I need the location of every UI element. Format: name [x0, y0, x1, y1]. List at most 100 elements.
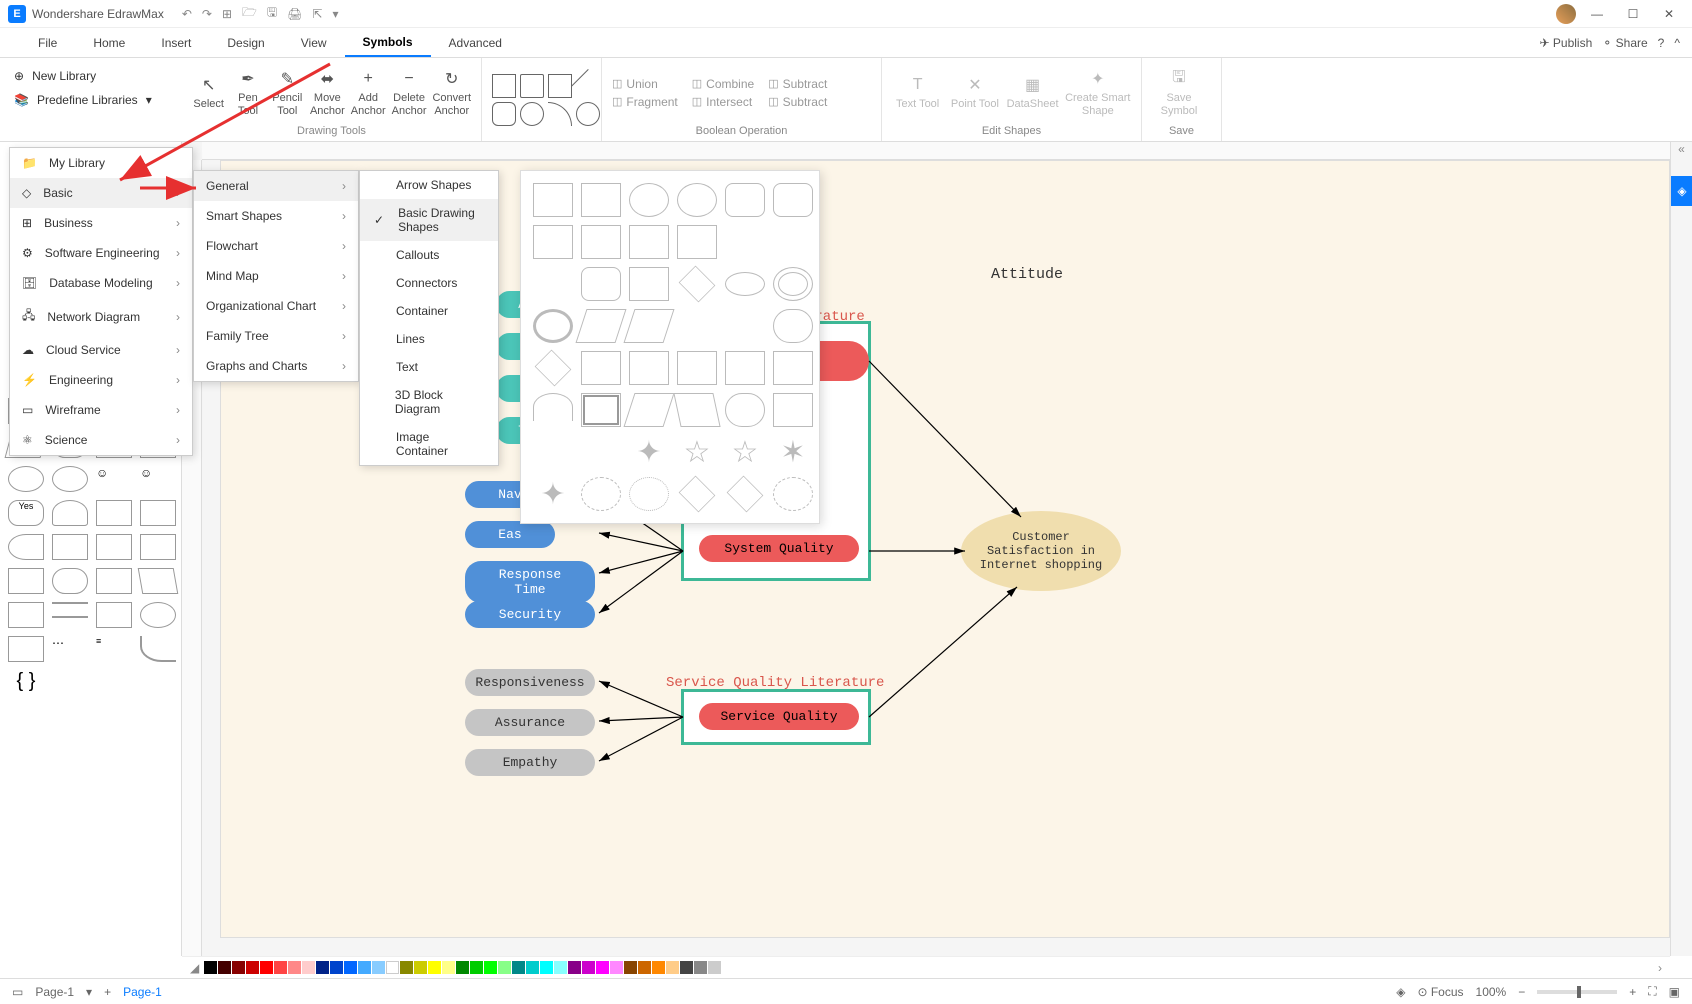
3d-block-item[interactable]: 3D Block Diagram — [360, 381, 498, 423]
cloud-category[interactable]: ☁ Cloud Service› — [10, 335, 192, 365]
page-tab[interactable]: Page-1 — [123, 985, 162, 999]
zoom-out-button[interactable]: − — [1518, 985, 1525, 999]
color-swatch[interactable] — [526, 961, 539, 974]
text-tool[interactable]: TText Tool — [892, 74, 943, 110]
library-shape[interactable] — [8, 636, 44, 662]
arrow-shapes-item[interactable]: Arrow Shapes — [360, 171, 498, 199]
color-swatch[interactable] — [680, 961, 693, 974]
menu-file[interactable]: File — [20, 30, 75, 56]
library-shape[interactable] — [52, 568, 88, 594]
popup-shape[interactable] — [581, 183, 621, 217]
open-icon[interactable]: 🗁 — [242, 3, 257, 24]
user-avatar[interactable] — [1556, 4, 1576, 24]
intersect-button[interactable]: ◫ Intersect — [692, 95, 754, 109]
fit-icon[interactable]: ▣ — [1669, 985, 1680, 999]
color-swatch[interactable] — [358, 961, 371, 974]
popup-shape[interactable] — [725, 393, 765, 427]
popup-shape[interactable] — [629, 267, 669, 301]
zoom-level[interactable]: 100% — [1476, 985, 1507, 999]
popup-shape[interactable] — [773, 267, 813, 301]
graphs-item[interactable]: Graphs and Charts› — [194, 351, 358, 381]
collapse-ribbon-icon[interactable]: ^ — [1674, 36, 1680, 50]
popup-shape[interactable] — [673, 393, 720, 427]
publish-button[interactable]: ✈ Publish — [1540, 36, 1593, 50]
color-swatch[interactable] — [344, 961, 357, 974]
color-swatch[interactable] — [330, 961, 343, 974]
flowchart-item[interactable]: Flowchart› — [194, 231, 358, 261]
fragment-button[interactable]: ◫ Fragment — [612, 95, 678, 109]
color-swatch[interactable] — [316, 961, 329, 974]
popup-shape[interactable]: ☆ — [677, 435, 717, 469]
color-swatch[interactable] — [246, 961, 259, 974]
popup-shape[interactable] — [533, 435, 573, 469]
color-swatch[interactable] — [386, 961, 399, 974]
general-item[interactable]: General› — [194, 171, 358, 201]
page-dropdown-icon[interactable]: ▾ — [86, 985, 92, 999]
library-shape[interactable] — [96, 602, 132, 628]
library-shape[interactable] — [8, 602, 44, 628]
menu-advanced[interactable]: Advanced — [431, 30, 520, 56]
menu-insert[interactable]: Insert — [143, 30, 209, 56]
select-tool[interactable]: ↖Select — [192, 74, 225, 110]
zoom-in-button[interactable]: + — [1629, 985, 1636, 999]
library-shape[interactable] — [140, 534, 176, 560]
connectors-item[interactable]: Connectors — [360, 269, 498, 297]
library-shape[interactable]: Yes — [8, 500, 44, 526]
help-icon[interactable]: ? — [1658, 36, 1665, 50]
popup-shape[interactable] — [725, 309, 765, 343]
smart-shape-button[interactable]: ✦Create Smart Shape — [1065, 68, 1131, 116]
delete-anchor-tool[interactable]: −Delete Anchor — [392, 68, 427, 116]
color-swatch[interactable] — [456, 961, 469, 974]
my-library-item[interactable]: 📁 My Library — [10, 148, 192, 178]
lines-item[interactable]: Lines — [360, 325, 498, 353]
point-tool[interactable]: ✕Point Tool — [949, 74, 1000, 110]
software-category[interactable]: ⚙ Software Engineering› — [10, 238, 192, 268]
basic-category[interactable]: ◇ Basic› — [10, 178, 192, 208]
popup-shape[interactable] — [725, 225, 765, 259]
library-shape[interactable]: ☺ — [140, 466, 176, 492]
color-swatch[interactable] — [470, 961, 483, 974]
popup-shape[interactable] — [677, 225, 717, 259]
color-swatch[interactable] — [204, 961, 217, 974]
shape-spiral-icon[interactable] — [576, 102, 600, 126]
page-nav-icon[interactable]: ▭ — [12, 985, 23, 999]
popup-shape[interactable] — [581, 267, 621, 301]
popup-shape[interactable] — [677, 183, 717, 217]
library-shape[interactable]: ☺ — [96, 466, 132, 492]
popup-shape[interactable] — [629, 351, 669, 385]
popup-shape[interactable] — [581, 477, 621, 511]
popup-shape[interactable] — [725, 351, 765, 385]
library-shape[interactable] — [52, 602, 88, 618]
popup-shape[interactable] — [535, 350, 572, 387]
library-shape[interactable]: ⋯ — [52, 636, 88, 662]
color-swatch[interactable] — [442, 961, 455, 974]
add-anchor-tool[interactable]: +Add Anchor — [351, 68, 386, 116]
move-anchor-tool[interactable]: ⬌Move Anchor — [310, 68, 345, 116]
popup-shape[interactable] — [677, 309, 717, 343]
pencil-tool[interactable]: ✎Pencil Tool — [271, 68, 304, 116]
color-swatch[interactable] — [274, 961, 287, 974]
outcome-ellipse[interactable]: Customer Satisfaction in Internet shoppi… — [961, 511, 1121, 591]
popup-shape[interactable] — [581, 435, 621, 469]
pill-blue[interactable]: Security — [465, 601, 595, 628]
color-swatch[interactable] — [302, 961, 315, 974]
menu-design[interactable]: Design — [209, 30, 282, 56]
popup-shape[interactable] — [581, 225, 621, 259]
color-swatch[interactable] — [428, 961, 441, 974]
color-swatch[interactable] — [596, 961, 609, 974]
popup-shape[interactable] — [533, 267, 573, 301]
container-item[interactable]: Container — [360, 297, 498, 325]
color-swatch[interactable] — [498, 961, 511, 974]
page-select[interactable]: Page-1 — [35, 985, 74, 999]
maximize-button[interactable]: ☐ — [1618, 0, 1648, 28]
library-shape[interactable] — [140, 636, 176, 662]
popup-shape[interactable] — [725, 272, 765, 296]
fullscreen-icon[interactable]: ⛶ — [1648, 984, 1656, 999]
shape-roundrect-icon[interactable] — [492, 102, 516, 126]
pill-blue[interactable]: Eas — [465, 521, 555, 548]
popup-shape[interactable] — [773, 477, 813, 511]
export-icon[interactable]: ⇱ — [312, 7, 322, 21]
popup-shape[interactable] — [679, 476, 716, 513]
mindmap-item[interactable]: Mind Map› — [194, 261, 358, 291]
color-swatch[interactable] — [624, 961, 637, 974]
